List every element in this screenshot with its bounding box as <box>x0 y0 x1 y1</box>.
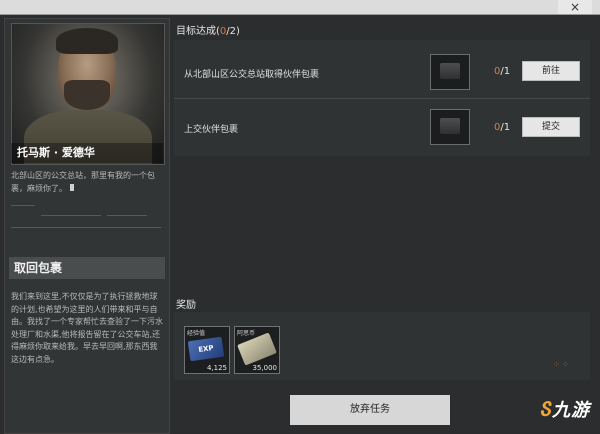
glitch-line <box>11 227 161 228</box>
glitch-line <box>107 215 147 216</box>
exp-card-icon: EXP <box>187 336 225 362</box>
npc-intro: 北部山区的公交总站，那里有我的一个包裹，麻烦你了。 <box>11 169 163 195</box>
objective-row: 上交伙伴包裹 0/1 提交 <box>174 100 590 156</box>
objective-total: /1 <box>500 122 511 133</box>
reward-name: 阿思币 <box>237 330 256 337</box>
objective-progress: 0/1 <box>494 66 510 77</box>
quest-story: 我们来到这里,不仅仅是为了执行拯救地球的计划,也希望为这里的人们带来和平与自由。… <box>11 292 163 364</box>
rewards-header: 奖励 <box>176 300 196 311</box>
glitch-line <box>11 205 35 206</box>
npc-name: 托马斯 · 爱德华 <box>11 143 163 163</box>
objective-row: 从北部山区公交总站取得伙伴包裹 0/1 前往 <box>174 42 590 99</box>
reward-quantity: 4,125 <box>206 364 227 372</box>
window-title-bar: × <box>0 0 600 15</box>
watermark-glyph-icon: Ⴝ <box>539 400 552 421</box>
reward-quantity: 35,000 <box>252 364 278 372</box>
objective-label: 上交伙伴包裹 <box>184 125 239 135</box>
objective-progress: 0/1 <box>494 122 510 133</box>
abandon-quest-button[interactable]: 放弃任务 <box>290 395 450 425</box>
rewards-list: 经验值 EXP 4,125 阿思币 35,000 <box>174 312 590 380</box>
portrait-hair <box>56 28 118 54</box>
glitch-lines <box>11 201 163 235</box>
go-to-button[interactable]: 前往 <box>522 61 580 81</box>
objectives-total-count: /2 <box>226 26 237 37</box>
reward-name: 经验值 <box>187 330 206 337</box>
npc-intro-text: 北部山区的公交总站，那里有我的一个包裹，麻烦你了。 <box>11 171 155 193</box>
decorative-sparks: ⁘ ⁘ <box>553 360 569 369</box>
reward-exp[interactable]: 经验值 EXP 4,125 <box>184 326 230 374</box>
objective-label: 从北部山区公交总站取得伙伴包裹 <box>184 70 320 80</box>
npc-panel: 托马斯 · 爱德华 北部山区的公交总站，那里有我的一个包裹，麻烦你了。 取回包裹… <box>4 18 170 434</box>
objectives-header: 目标达成(0/2) <box>176 26 240 37</box>
objective-item-slot[interactable] <box>430 109 470 145</box>
quest-title: 取回包裹 <box>9 257 165 279</box>
package-icon <box>440 63 460 79</box>
submit-button[interactable]: 提交 <box>522 117 580 137</box>
close-button[interactable]: × <box>558 0 592 14</box>
text-cursor-icon <box>70 184 74 191</box>
watermark-logo: Ⴝ九游 <box>540 396 590 422</box>
objectives-list: 从北部山区公交总站取得伙伴包裹 0/1 前往 上交伙伴包裹 0/1 提交 <box>174 40 590 156</box>
objective-item-slot[interactable] <box>430 54 470 90</box>
watermark-text: 九游 <box>552 400 590 421</box>
quest-window: × 托马斯 · 爱德华 北部山区的公交总站，那里有我的一个包裹，麻烦你了。 取回… <box>0 0 600 434</box>
objectives-header-label: 目标达成 <box>176 26 216 37</box>
portrait-beard <box>64 80 110 110</box>
package-icon <box>440 118 460 134</box>
cash-stack-icon <box>237 332 277 366</box>
objective-total: /1 <box>500 66 511 77</box>
reward-currency[interactable]: 阿思币 35,000 <box>234 326 280 374</box>
glitch-line <box>41 215 101 216</box>
